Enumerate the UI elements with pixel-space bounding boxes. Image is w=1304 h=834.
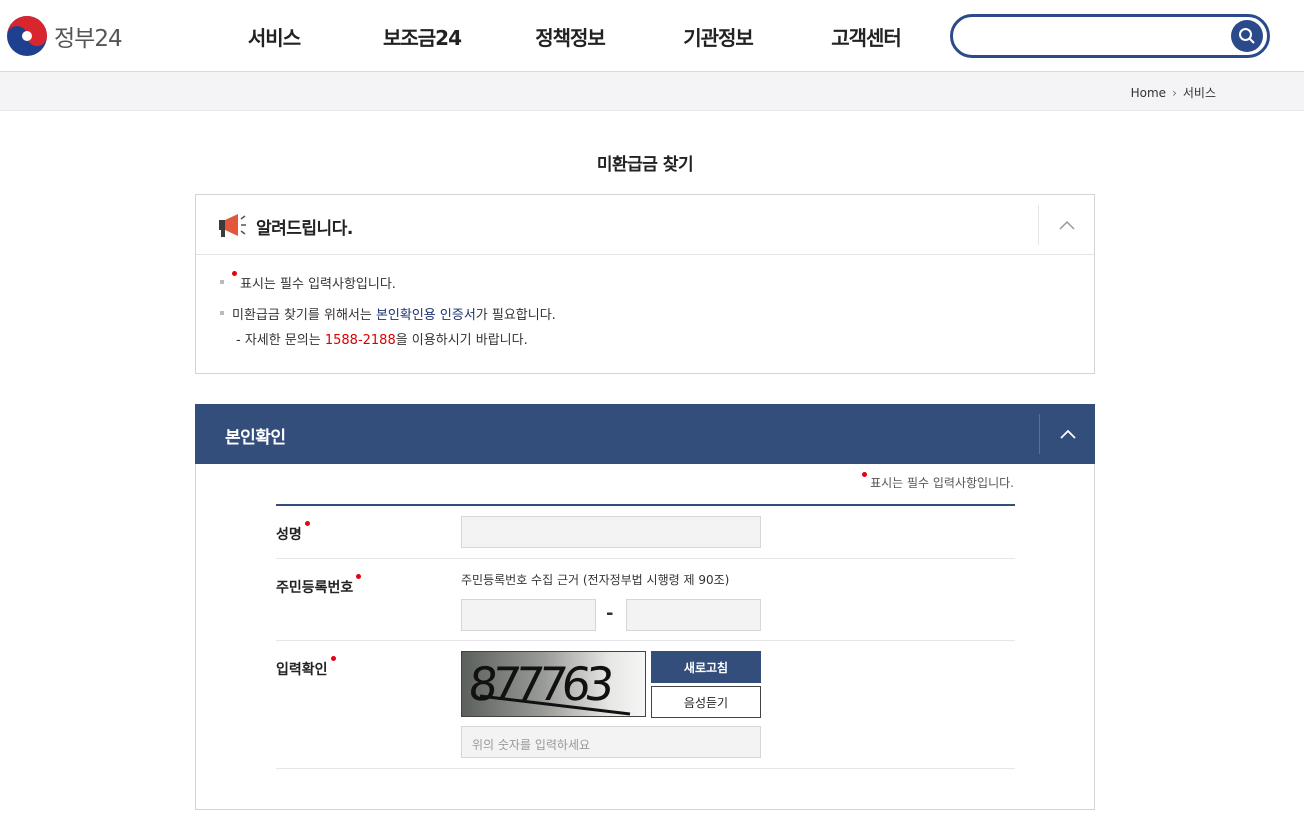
breadcrumb-home[interactable]: Home bbox=[1131, 86, 1166, 100]
chevron-right-icon: › bbox=[1172, 85, 1177, 100]
verify-form: 표시는 필수 입력사항입니다. 성명 주민등록번호 주민등록번호 수집 근거 (… bbox=[195, 464, 1095, 810]
rrn-label: 주민등록번호 bbox=[276, 574, 362, 597]
rrn-label-text: 주민등록번호 bbox=[276, 580, 354, 596]
rrn-dash: - bbox=[606, 603, 614, 624]
chevron-up-icon bbox=[1059, 429, 1076, 439]
notice-title: 알려드립니다. bbox=[256, 219, 353, 239]
notice-line3-text-b: 을 이용하시기 바랍니다. bbox=[395, 333, 528, 348]
required-dot-icon bbox=[304, 521, 310, 526]
captcha-label: 입력확인 bbox=[276, 656, 336, 679]
breadcrumb-bar: Home › 서비스 bbox=[0, 73, 1304, 111]
breadcrumb-current[interactable]: 서비스 bbox=[1183, 84, 1216, 101]
notice-panel: 알려드립니다. 표시는 필수 입력사항입니다. 미환급금 찾기를 위해서는 본인… bbox=[195, 194, 1095, 374]
verify-title: 본인확인 bbox=[225, 428, 286, 448]
notice-line-contact: - 자세한 문의는 1588-2188을 이용하시기 바랍니다. bbox=[220, 329, 1094, 348]
verify-collapse-button[interactable] bbox=[1039, 414, 1095, 454]
notice-header: 알려드립니다. bbox=[196, 195, 1094, 255]
required-dot-icon bbox=[330, 656, 336, 661]
captcha-refresh-button[interactable]: 새로고침 bbox=[651, 651, 761, 683]
rrn-hint: 주민등록번호 수집 근거 (전자정부법 시행령 제 90조) bbox=[461, 573, 730, 587]
contact-phone: 1588-2188 bbox=[324, 333, 396, 348]
search-button[interactable] bbox=[1231, 20, 1263, 52]
nav-item-customer-center[interactable]: 고객센터 bbox=[792, 22, 940, 51]
notice-line2-highlight: 본인확인용 인증서 bbox=[375, 308, 476, 323]
site-header: 정부24 서비스 보조금24 정책정보 기관정보 고객센터 bbox=[0, 0, 1304, 72]
rrn-front-input[interactable] bbox=[461, 599, 596, 631]
notice-line2-text-c: 가 필요합니다. bbox=[475, 308, 556, 323]
name-label-text: 성명 bbox=[276, 527, 302, 543]
rrn-back-input[interactable] bbox=[626, 599, 761, 631]
captcha-audio-button[interactable]: 음성듣기 bbox=[651, 686, 761, 718]
rrn-row: 주민등록번호 주민등록번호 수집 근거 (전자정부법 시행령 제 90조) - bbox=[276, 559, 1015, 641]
search-input[interactable] bbox=[967, 23, 1227, 49]
notice-line1-text: 표시는 필수 입력사항입니다. bbox=[240, 277, 396, 292]
page-title: 미환급금 찾기 bbox=[596, 155, 694, 175]
megaphone-icon bbox=[219, 214, 246, 237]
captcha-label-text: 입력확인 bbox=[276, 662, 328, 678]
logo-text: 정부24 bbox=[54, 26, 123, 52]
search-icon bbox=[1239, 28, 1255, 44]
notice-line-certificate: 미환급금 찾기를 위해서는 본인확인용 인증서가 필요합니다. bbox=[220, 304, 1094, 323]
nav-item-subsidy[interactable]: 보조금24 bbox=[348, 22, 496, 51]
notice-line2-text-a: 미환급금 찾기를 위해서는 bbox=[232, 308, 376, 323]
required-note-text: 표시는 필수 입력사항입니다. bbox=[870, 476, 1014, 490]
captcha-row: 입력확인 877763 새로고침 음성듣기 위의 숫자를 입력하세요 bbox=[276, 641, 1015, 769]
chevron-up-icon bbox=[1058, 220, 1075, 230]
main-nav: 서비스 보조금24 정책정보 기관정보 고객센터 bbox=[200, 22, 940, 51]
captcha-input[interactable]: 위의 숫자를 입력하세요 bbox=[461, 726, 761, 758]
required-dot-icon bbox=[862, 472, 868, 477]
nav-item-agency[interactable]: 기관정보 bbox=[644, 22, 792, 51]
notice-line3-text-a: - 자세한 문의는 bbox=[236, 333, 325, 348]
required-dot-icon bbox=[232, 271, 237, 276]
captcha-image: 877763 bbox=[461, 651, 646, 717]
breadcrumb: Home › 서비스 bbox=[1131, 84, 1216, 101]
name-label: 성명 bbox=[276, 521, 310, 544]
name-input[interactable] bbox=[461, 516, 761, 548]
captcha-graphic: 877763 bbox=[466, 657, 631, 716]
nav-item-services[interactable]: 서비스 bbox=[200, 22, 348, 51]
notice-body: 표시는 필수 입력사항입니다. 미환급금 찾기를 위해서는 본인확인용 인증서가… bbox=[196, 255, 1094, 348]
verify-header: 본인확인 bbox=[195, 404, 1095, 464]
required-note: 표시는 필수 입력사항입니다. bbox=[862, 472, 1014, 491]
nav-item-policy[interactable]: 정책정보 bbox=[496, 22, 644, 51]
notice-line-required: 표시는 필수 입력사항입니다. bbox=[220, 271, 1094, 292]
search-box bbox=[950, 14, 1270, 58]
site-logo[interactable]: 정부24 bbox=[6, 14, 123, 58]
required-dot-icon bbox=[356, 574, 362, 579]
notice-collapse-button[interactable] bbox=[1038, 205, 1094, 245]
name-row: 성명 bbox=[276, 506, 1015, 559]
taegeuk-logo-icon bbox=[7, 16, 47, 56]
